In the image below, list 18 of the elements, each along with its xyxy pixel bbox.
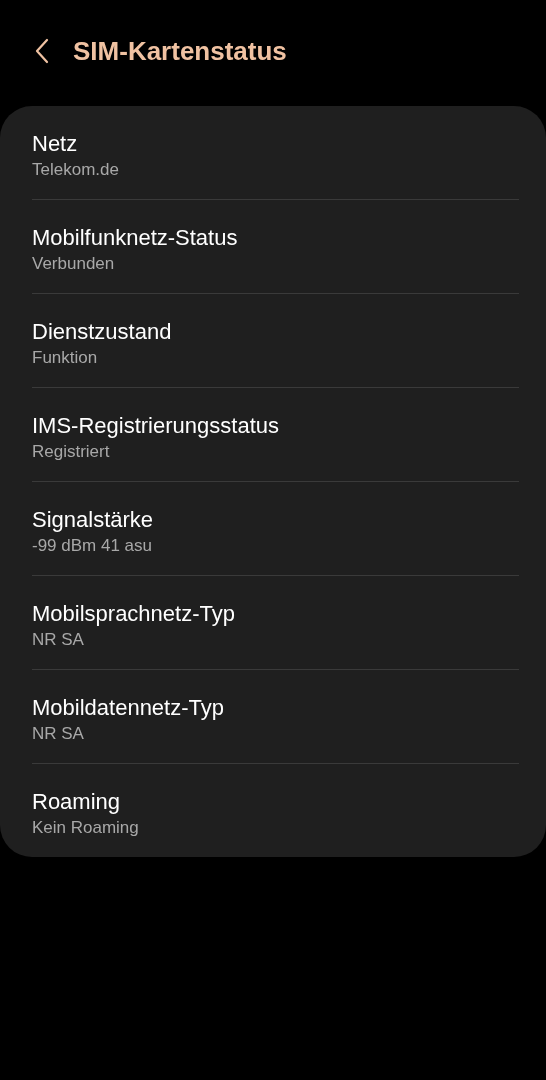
item-value: Funktion xyxy=(32,347,99,369)
item-value: Telekom.de xyxy=(32,159,120,181)
item-title: IMS-Registrierungsstatus xyxy=(32,412,280,440)
item-title: Roaming xyxy=(32,788,122,816)
item-title: Mobildatennetz-Typ xyxy=(32,694,225,722)
page-title: SIM-Kartenstatus xyxy=(73,35,287,67)
item-value: -99 dBm 41 asu xyxy=(32,535,153,557)
item-value: Verbunden xyxy=(32,253,116,275)
item-title: Dienstzustand xyxy=(32,318,173,346)
item-value: Registriert xyxy=(32,441,111,463)
item-title: Mobilfunknetz-Status xyxy=(32,224,239,252)
item-value: NR SA xyxy=(32,629,85,651)
back-chevron-icon xyxy=(34,38,50,64)
item-title: Netz xyxy=(32,130,79,158)
item-title: Mobilsprachnetz-Typ xyxy=(32,600,236,628)
item-value: Kein Roaming xyxy=(32,817,140,839)
item-value: NR SA xyxy=(32,723,85,745)
item-title: Signalstärke xyxy=(32,506,155,534)
